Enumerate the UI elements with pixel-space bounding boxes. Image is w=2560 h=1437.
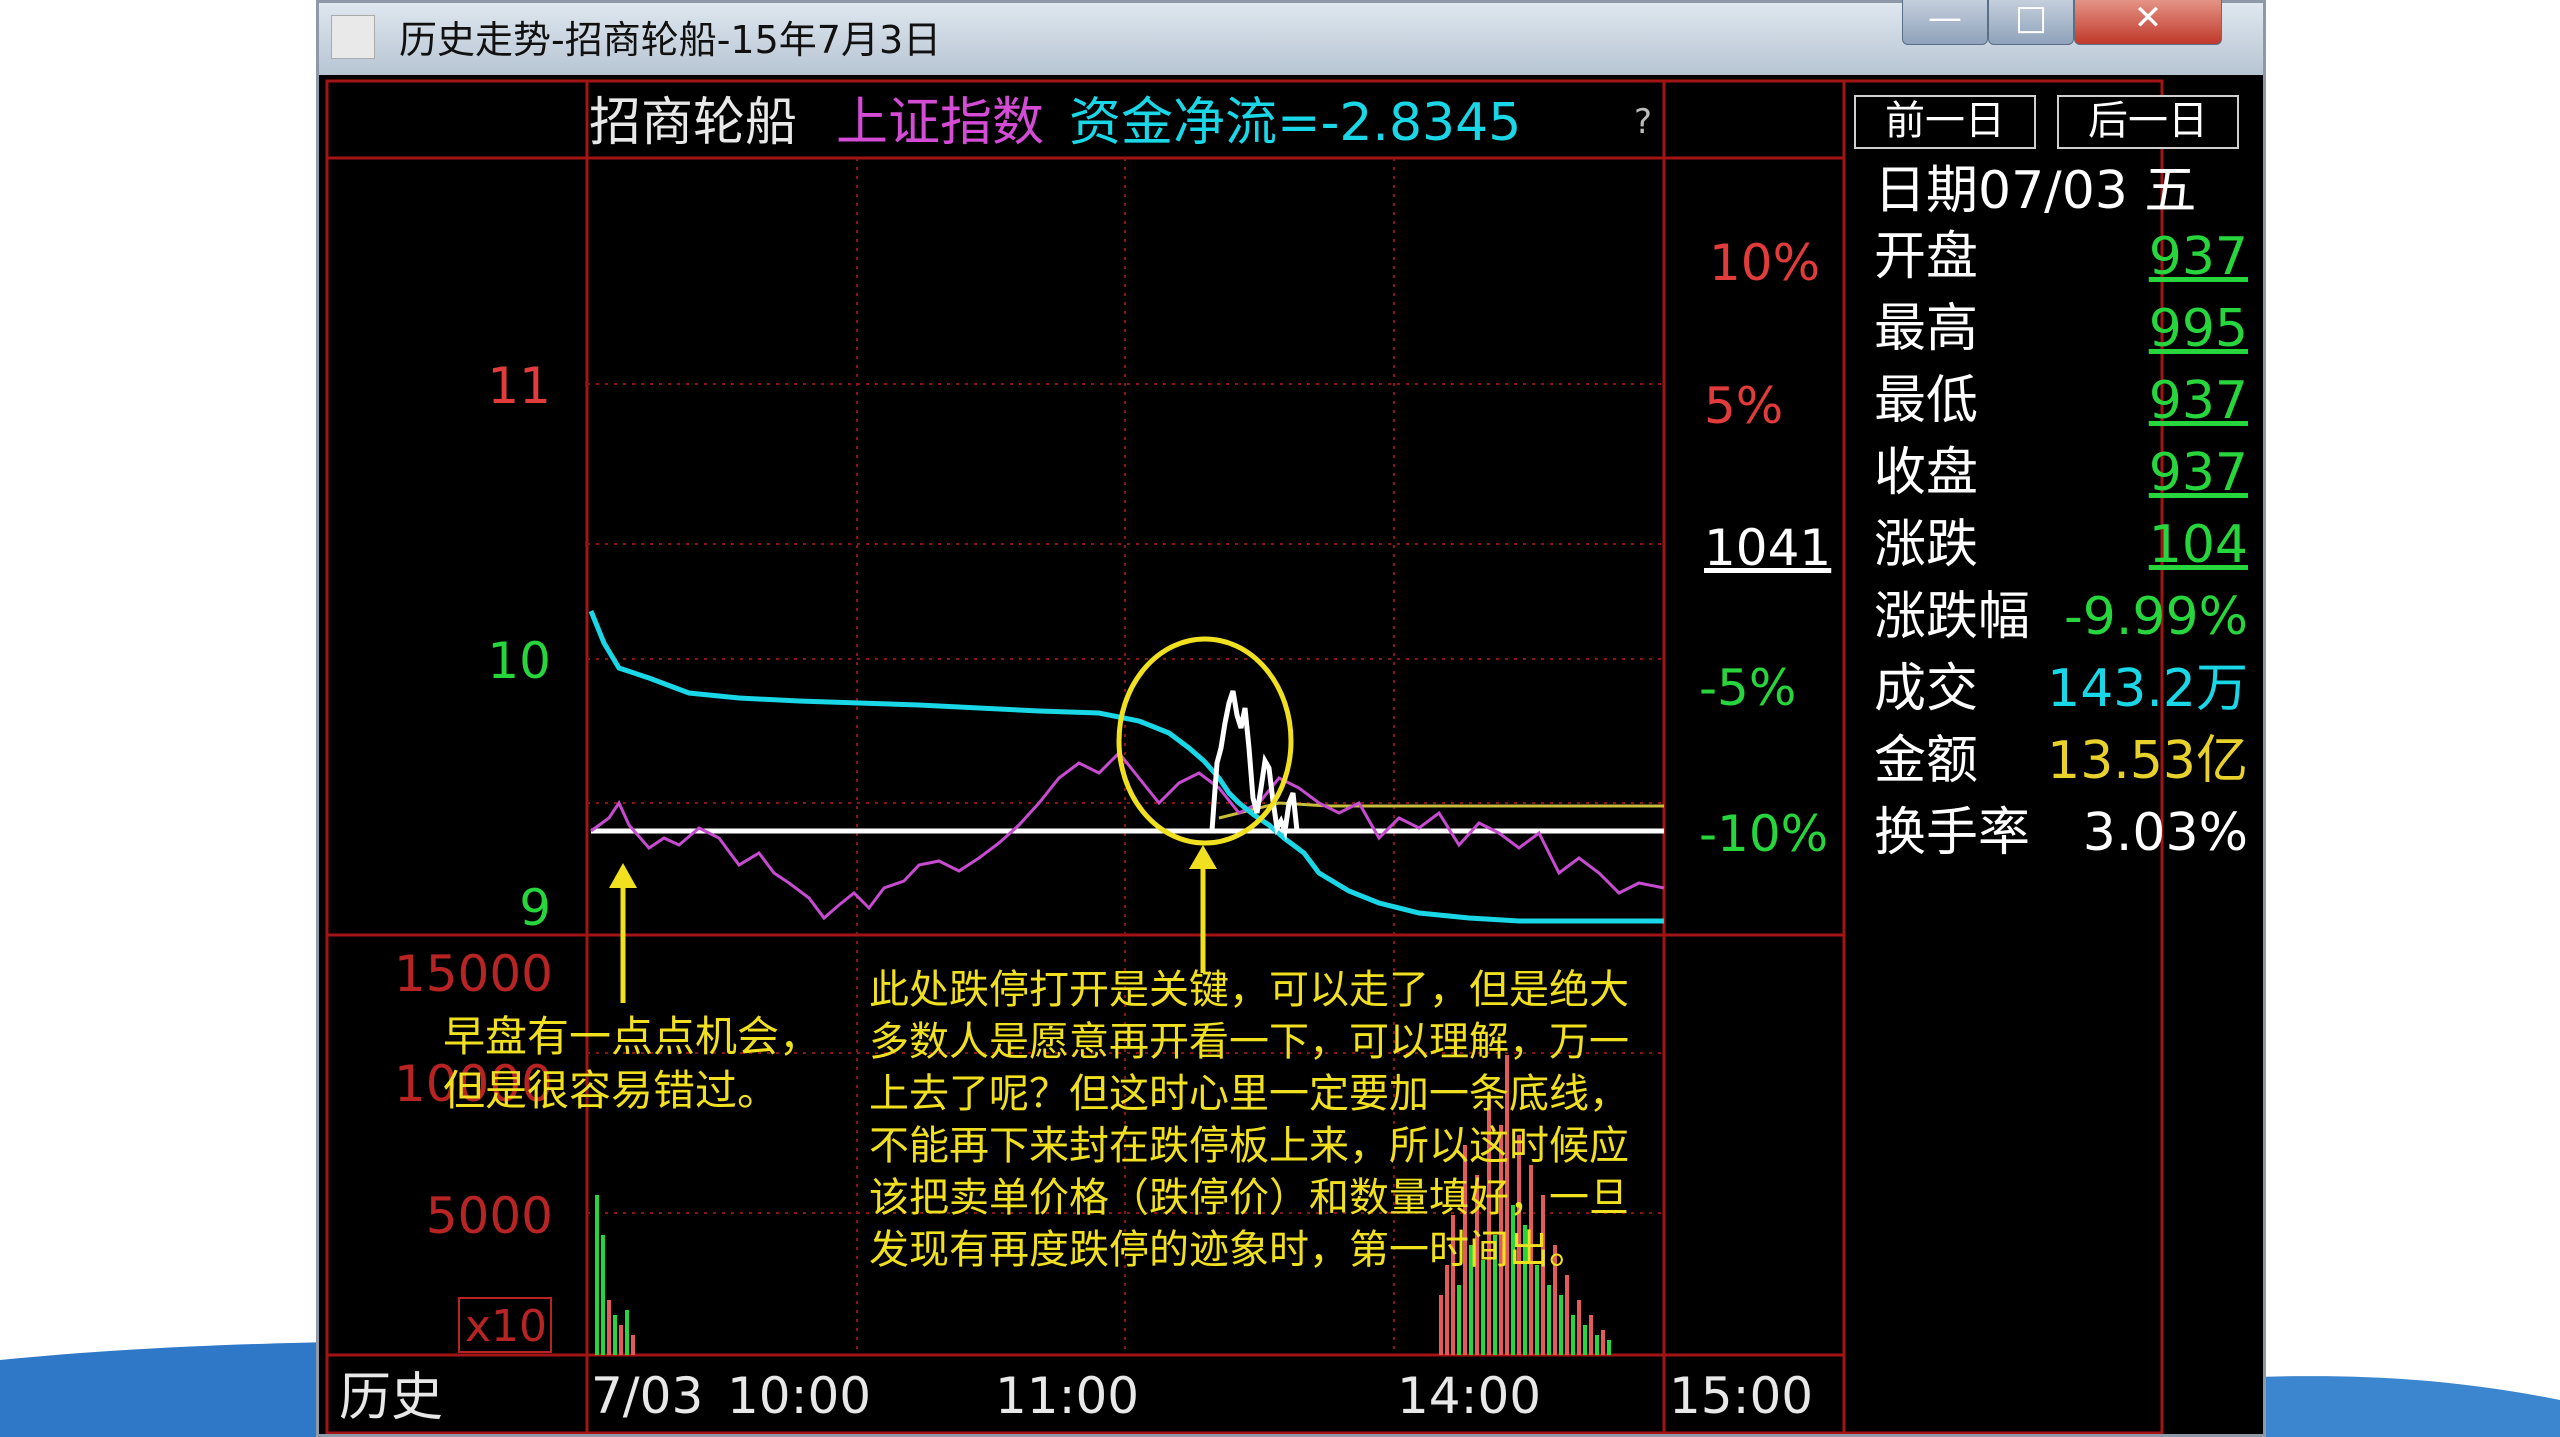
volume-bar: [613, 1315, 617, 1355]
quote-value: 13.53亿: [2047, 731, 2248, 791]
stock-name: 招商轮船: [589, 93, 797, 153]
quote-value: 3.03%: [2082, 803, 2248, 863]
quote-value: 104: [2148, 515, 2248, 575]
volume-bar: [601, 1235, 605, 1355]
price-tick-10: 10: [487, 632, 551, 690]
quote-label: 最高: [1874, 299, 1979, 359]
pct-tick-10: 10%: [1709, 234, 1820, 292]
volume-bar: [1559, 1295, 1563, 1355]
volume-bar: [1595, 1335, 1599, 1355]
quote-label: 收盘: [1874, 443, 1979, 503]
annotation-right-line: 该把卖单价格（跌停价）和数量填好，一旦: [869, 1175, 1629, 1221]
quote-row: 开盘 937: [1874, 221, 2254, 293]
quote-label: 开盘: [1874, 227, 1979, 287]
volume-bar: [1607, 1340, 1611, 1355]
pct-tick-base: 1041: [1704, 519, 1831, 577]
volume-bar: [625, 1310, 629, 1355]
quote-label: 最低: [1874, 371, 1979, 431]
volume-bar: [607, 1300, 611, 1355]
volume-bar: [1535, 1265, 1539, 1355]
annotation-left-line: 但是很容易错过。: [443, 1066, 779, 1115]
price-spike: [1209, 690, 1300, 841]
time-label-1100: 11:00: [995, 1367, 1139, 1425]
volume-bar: [1577, 1300, 1581, 1355]
prev-day-button[interactable]: 前一日: [1854, 95, 2036, 149]
next-day-button[interactable]: 后一日: [2057, 95, 2239, 149]
history-trend-window: 历史走势-招商轮船-15年7月3日 — □ ✕ 招商轮船 上证指数 资金净流=-…: [316, 0, 2266, 1437]
annotation-right-line: 多数人是愿意再开看一下，可以理解，万一: [869, 1019, 1629, 1065]
highlight-circle: [1116, 636, 1294, 846]
quote-row: 涨跌幅 -9.99%: [1874, 581, 2254, 653]
volume-bar: [1583, 1325, 1587, 1355]
time-label-1400: 14:00: [1397, 1367, 1541, 1425]
volume-bar: [1547, 1285, 1551, 1355]
time-label-1500: 15:00: [1669, 1367, 1813, 1425]
quote-row: 换手率 3.03%: [1874, 797, 2254, 869]
volume-bar: [595, 1195, 599, 1355]
quote-row: 收盘 937: [1874, 437, 2254, 509]
volume-bar: [1565, 1275, 1569, 1355]
history-mode-label[interactable]: 历史: [339, 1368, 443, 1428]
quote-label: 金额: [1874, 731, 1979, 791]
time-label-date: 7/03: [591, 1367, 703, 1425]
annotation-right-line: 不能再下来封在跌停板上来，所以这时候应: [869, 1123, 1629, 1169]
annotation-right-line: 上去了呢？但这时心里一定要加一条底线，: [869, 1071, 1629, 1117]
quote-label: 涨跌幅: [1874, 587, 2031, 647]
volume-bar: [1439, 1295, 1443, 1355]
quote-row: 涨跌 104: [1874, 509, 2254, 581]
pct-tick-minus10: -10%: [1699, 805, 1828, 863]
index-name: 上证指数: [836, 93, 1044, 153]
quote-value: 937: [2148, 371, 2248, 431]
volume-bar: [619, 1325, 623, 1355]
quote-date: 日期07/03 五: [1874, 161, 2197, 221]
quote-panel: 日期07/03 五 开盘 937 最高 995 最低 937 收盘 937 涨跌 104 涨跌幅 -9…: [1874, 161, 2254, 869]
quote-row: 最高 995: [1874, 293, 2254, 365]
quote-row: 金额 13.53亿: [1874, 725, 2254, 797]
annotation-right-line: 发现有再度跌停的迹象时，第一时间出。: [869, 1227, 1589, 1273]
volume-bar: [1601, 1330, 1605, 1355]
time-label-1000: 10:00: [727, 1367, 871, 1425]
volume-bar: [1445, 1265, 1449, 1355]
vol-tick-5000: 5000: [426, 1187, 553, 1245]
volume-bar: [1589, 1315, 1593, 1355]
vol-tick-15000: 15000: [394, 945, 553, 1003]
quote-label: 成交: [1874, 659, 1979, 719]
volume-bar: [1571, 1315, 1575, 1355]
quote-row: 最低 937: [1874, 365, 2254, 437]
pct-tick-minus5: -5%: [1699, 659, 1796, 717]
pct-tick-5: 5%: [1704, 377, 1783, 435]
quote-value: 937: [2148, 443, 2248, 503]
quote-value: 995: [2148, 299, 2248, 359]
arrow-right: [1189, 845, 1217, 973]
annotation-right-line: 此处跌停打开是关键，可以走了，但是绝大: [869, 967, 1629, 1013]
price-tick-9: 9: [519, 879, 551, 937]
volume-multiplier: x10: [465, 1301, 547, 1352]
quote-label: 换手率: [1874, 803, 2031, 863]
arrow-left: [609, 863, 637, 1003]
quote-value: 937: [2148, 227, 2248, 287]
quote-row: 成交 143.2万: [1874, 653, 2254, 725]
index-line: [590, 750, 1665, 921]
volume-bar: [631, 1335, 635, 1355]
volume-bar: [1481, 1260, 1485, 1355]
annotation-right: 此处跌停打开是关键，可以走了，但是绝大 多数人是愿意再开看一下，可以理解，万一 …: [869, 967, 1629, 1273]
quote-label: 涨跌: [1874, 515, 1979, 575]
price-tick-11: 11: [487, 357, 551, 415]
volume-bar: [1457, 1285, 1461, 1355]
annotation-left-line: 早盘有一点点机会，: [443, 1012, 821, 1061]
help-icon[interactable]: ?: [1634, 102, 1652, 142]
quote-value: -9.99%: [2064, 587, 2248, 647]
net-flow: 资金净流=-2.8345: [1069, 93, 1521, 153]
quote-value: 143.2万: [2047, 659, 2248, 719]
